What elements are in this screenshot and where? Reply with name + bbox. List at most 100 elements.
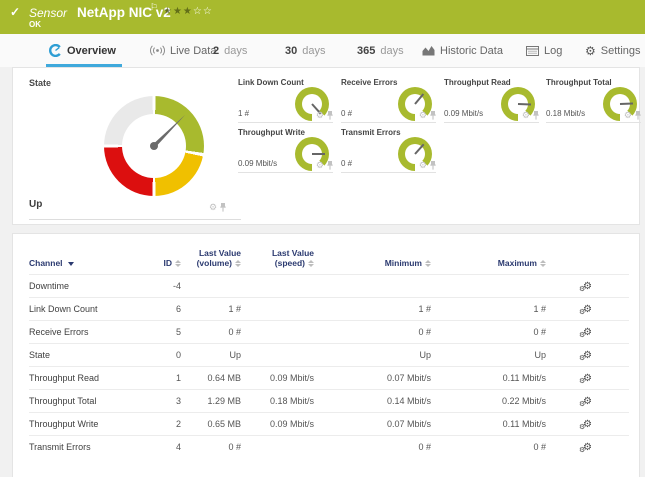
last-value-speed: 0.18 Mbit/s [241,390,314,413]
tab-settings[interactable]: ⚙ Settings [585,34,641,67]
gauge-pin-icon[interactable] [635,111,641,120]
tab-number: 2 [213,45,219,57]
tab-historic-data[interactable]: Historic Data [422,34,503,67]
table-row[interactable]: Receive Errors 5 0 # 0 # 0 # ⚙⚙ [29,321,629,344]
tab-log[interactable]: Log [526,34,562,67]
sensor-overview-page: ✓ Sensor NetApp NIC v2 ⚐ ★★★☆☆ OK Overvi… [0,0,645,477]
tab-label: Log [544,45,562,57]
tab-365-days[interactable]: 365 days [357,34,404,67]
gauge-pin-icon[interactable] [327,161,333,170]
mini-gauge-panel: Throughput Write 0.09 Mbit/s ⚙ [238,128,333,178]
channel-name: Downtime [29,275,159,298]
last-value-speed [241,321,314,344]
priority-stars-empty: ☆☆ [193,6,213,17]
channel-id: 6 [159,298,181,321]
mini-gauge-panel: Throughput Read 0.09 Mbit/s ⚙ [444,78,539,128]
gauge-settings-icon[interactable]: ⚙ [209,203,217,212]
channel-gauge-title: Throughput Read [444,78,511,87]
flag-icon[interactable]: ⚐ [150,2,158,13]
column-header-maximum[interactable]: Maximum [431,248,546,275]
sort-icon [540,260,546,268]
channel-name: Throughput Read [29,367,159,390]
channel-id: -4 [159,275,181,298]
gauge-settings-icon[interactable]: ⚙ [316,111,324,120]
column-header-last-value-speed[interactable]: Last Value(speed) [241,248,314,275]
divider [238,172,333,173]
tab-number: 365 [357,45,375,57]
channel-settings-icon[interactable]: ⚙⚙ [583,305,592,315]
maximum-value: 0 # [431,436,546,459]
table-row[interactable]: State 0 Up Up Up ⚙⚙ [29,344,629,367]
tab-30-days[interactable]: 30 days [285,34,326,67]
maximum-value: 0.11 Mbit/s [431,367,546,390]
minimum-value: 0.14 Mbit/s [314,390,431,413]
column-header-channel[interactable]: Channel [29,248,159,275]
last-value-speed [241,344,314,367]
gauge-pin-icon[interactable] [430,111,436,120]
sort-icon [425,260,431,268]
area-chart-icon [422,45,435,56]
maximum-value [431,275,546,298]
last-value-volume [181,275,241,298]
state-gauge [104,96,204,196]
gauge-settings-icon[interactable]: ⚙ [419,161,427,170]
channel-settings-icon[interactable]: ⚙⚙ [583,397,592,407]
column-header-id[interactable]: ID [159,248,181,275]
tab-live-data[interactable]: Live Data [150,34,216,67]
gauge-actions: ⚙ [419,111,436,120]
channel-settings-icon[interactable]: ⚙⚙ [583,282,592,292]
channel-settings-icon[interactable]: ⚙⚙ [583,351,592,361]
table-row[interactable]: Link Down Count 6 1 # 1 # 1 # ⚙⚙ [29,298,629,321]
table-row[interactable]: Throughput Read 1 0.64 MB 0.09 Mbit/s 0.… [29,367,629,390]
tab-2-days[interactable]: 2 days [213,34,247,67]
sort-caret-icon [68,262,74,266]
mini-gauge-panel: Transmit Errors 0 # ⚙ [341,128,436,178]
column-header-minimum[interactable]: Minimum [314,248,431,275]
tab-overview[interactable]: Overview [49,34,116,67]
maximum-value: 0.11 Mbit/s [431,413,546,436]
channel-name: Receive Errors [29,321,159,344]
gauge-needle [414,144,424,155]
channel-settings-icon[interactable]: ⚙⚙ [583,420,592,430]
gauge-settings-icon[interactable]: ⚙ [316,161,324,170]
gauge-pin-icon[interactable] [533,111,539,120]
last-value-volume: 0.64 MB [181,367,241,390]
last-value-speed [241,275,314,298]
last-value-volume: 0.65 MB [181,413,241,436]
gauge-settings-icon[interactable]: ⚙ [522,111,530,120]
gauge-needle [312,153,325,155]
channel-settings-icon[interactable]: ⚙⚙ [583,374,592,384]
table-row[interactable]: Throughput Write 2 0.65 MB 0.09 Mbit/s 0… [29,413,629,436]
channel-gauge-value: 0.09 Mbit/s [238,159,277,168]
priority-stars-filled: ★★★ [163,6,193,17]
last-value-speed: 0.09 Mbit/s [241,413,314,436]
tab-label: Historic Data [440,45,503,57]
maximum-value: 0.22 Mbit/s [431,390,546,413]
gauge-pin-icon[interactable] [327,111,333,120]
log-list-icon [526,46,539,56]
column-header-last-value-volume[interactable]: Last Value(volume) [181,248,241,275]
channel-settings-icon[interactable]: ⚙⚙ [583,328,592,338]
gauge-settings-icon[interactable]: ⚙ [624,111,632,120]
minimum-value: 0 # [314,436,431,459]
table-row[interactable]: Transmit Errors 4 0 # 0 # 0 # ⚙⚙ [29,436,629,459]
maximum-value: 0 # [431,321,546,344]
priority-stars[interactable]: ★★★☆☆ [163,6,213,17]
gauge-settings-icon[interactable]: ⚙ [419,111,427,120]
gauge-pin-icon[interactable] [430,161,436,170]
channel-gauge-value: 0.18 Mbit/s [546,109,585,118]
channel-settings-icon[interactable]: ⚙⚙ [583,443,592,453]
divider [444,122,539,123]
gauge-pin-icon[interactable] [220,203,226,212]
table-row[interactable]: Throughput Total 3 1.29 MB 0.18 Mbit/s 0… [29,390,629,413]
table-header-row: Channel ID Last Value(volume) Last Value… [29,248,629,275]
sort-icon [308,260,314,268]
tab-label: Settings [601,45,641,57]
table-row[interactable]: Downtime -4 ⚙⚙ [29,275,629,298]
last-value-speed: 0.09 Mbit/s [241,367,314,390]
maximum-value: Up [431,344,546,367]
sensor-status-text: OK [29,20,41,29]
live-signal-icon [150,45,165,56]
sort-icon [175,260,181,268]
gauge-icon [49,44,62,57]
